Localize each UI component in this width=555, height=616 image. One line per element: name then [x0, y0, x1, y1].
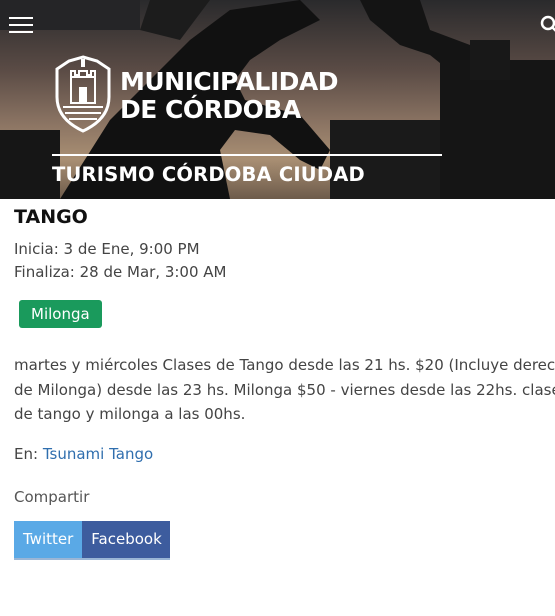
- search-icon[interactable]: [539, 14, 555, 36]
- brand-line-1: MUNICIPALIDAD: [120, 67, 339, 96]
- event-content: TANGO Inicia: 3 de Ene, 9:00 PM Finaliza…: [0, 199, 555, 616]
- event-start: Inicia: 3 de Ene, 9:00 PM: [14, 240, 200, 258]
- share-buttons: Twitter Facebook: [14, 521, 170, 560]
- twitter-share-button[interactable]: Twitter: [14, 521, 83, 560]
- event-title: TANGO: [14, 206, 88, 228]
- section-title: TURISMO CÓRDOBA CIUDAD: [52, 163, 365, 186]
- header-divider: [52, 154, 442, 156]
- venue-prefix: En:: [14, 445, 39, 463]
- facebook-share-button[interactable]: Facebook: [82, 521, 170, 560]
- hamburger-menu-icon[interactable]: [9, 17, 33, 37]
- header-banner: MUNICIPALIDAD DE CÓRDOBA TURISMO CÓRDOBA…: [0, 0, 555, 199]
- brand-line-2: DE CÓRDOBA: [120, 95, 301, 124]
- share-label: Compartir: [14, 488, 90, 506]
- venue-link[interactable]: Tsunami Tango: [43, 445, 153, 463]
- event-venue: En: Tsunami Tango: [14, 445, 153, 463]
- category-tag[interactable]: Milonga: [19, 300, 102, 328]
- brand-title: MUNICIPALIDAD DE CÓRDOBA: [120, 67, 339, 124]
- event-description: martes y miércoles Clases de Tango desde…: [14, 356, 555, 423]
- municipal-crest-logo: [55, 55, 111, 133]
- event-end: Finaliza: 28 de Mar, 3:00 AM: [14, 263, 227, 281]
- event-dates: Inicia: 3 de Ene, 9:00 PM Finaliza: 28 d…: [14, 238, 227, 284]
